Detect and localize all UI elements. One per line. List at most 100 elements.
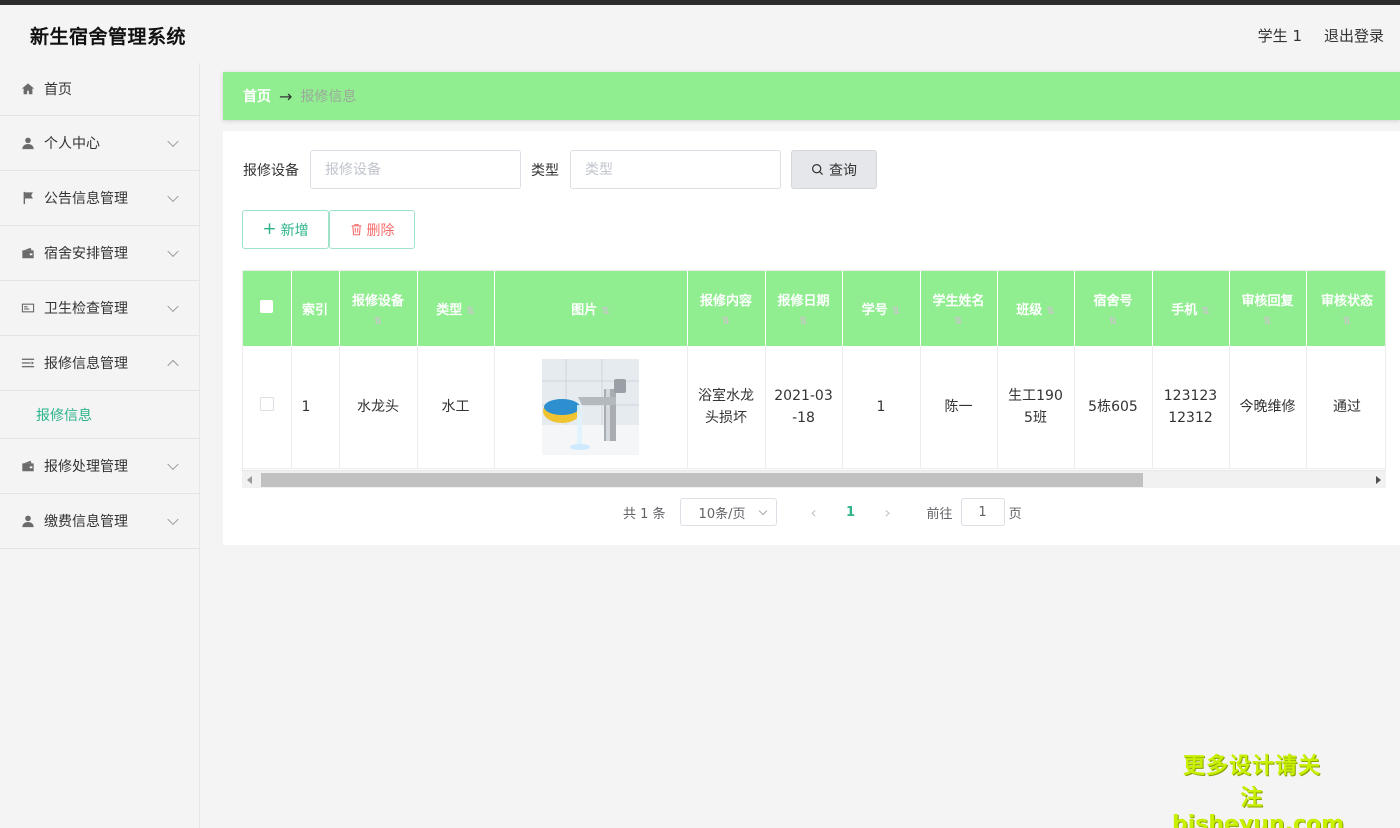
table-header-row: 索引 报修设备 ⇅ 类型 ⇅ 图片 ⇅ 报修内容 ⇅ 报修日期 ⇅ 学号 ⇅ 学生姓名 ⇅ 班… [243, 271, 1385, 346]
scroll-right-arrow-icon[interactable] [1376, 476, 1381, 484]
list-icon [20, 355, 36, 371]
column-header[interactable]: 图片 ⇅ [494, 271, 688, 346]
sidebar-item-label: 个人中心 [44, 136, 100, 152]
wallet-icon [20, 245, 36, 261]
trash-icon [351, 224, 361, 236]
sidebar-item-hygiene[interactable]: 卫生检查管理 [0, 281, 199, 336]
sort-icon: ⇅ [1263, 316, 1272, 327]
page-suffix-label: 页 [1008, 506, 1022, 522]
sidebar-item-repair[interactable]: 报修信息管理 [0, 336, 199, 391]
sidebar-item-label: 宿舍安排管理 [44, 246, 128, 262]
chevron-down-icon [167, 245, 179, 258]
cell-device: 水龙头 [339, 346, 418, 469]
cell-reply: 今晚维修 [1229, 346, 1307, 469]
watermark-line2: bisheyun.com [1172, 812, 1345, 828]
column-header[interactable]: 审核回复 ⇅ [1229, 271, 1307, 346]
device-input[interactable] [310, 150, 521, 189]
sort-icon: ⇅ [601, 306, 610, 317]
chevron-down-icon [167, 190, 179, 203]
select-all-checkbox[interactable] [243, 271, 292, 346]
delete-button[interactable]: 删除 [329, 210, 415, 249]
type-label: 类型 [531, 162, 559, 179]
type-input[interactable] [570, 150, 781, 189]
column-header[interactable]: 班级 ⇅ [997, 271, 1075, 346]
search-icon [812, 164, 824, 176]
faucet-image[interactable] [542, 358, 639, 455]
id-card-icon [20, 300, 36, 316]
breadcrumb-current: 报修信息 [300, 89, 357, 105]
cell-index: 1 [291, 346, 340, 469]
sidebar-item-home[interactable]: 首页 [0, 63, 199, 116]
sidebar-item-dorm[interactable]: 宿舍安排管理 [0, 226, 199, 281]
header-user-area: 学生 1 退出登录 [1258, 25, 1384, 46]
app-title: 新生宿舍管理系统 [30, 26, 187, 48]
sort-icon: ⇅ [1342, 316, 1352, 327]
search-form: 报修设备 类型 查询 [243, 150, 877, 189]
horizontal-scrollbar[interactable] [242, 470, 1386, 488]
next-page-button[interactable]: › [869, 503, 907, 522]
cell-content: 浴室水龙头损坏 [687, 346, 766, 469]
watermark-line1: 更多设计请关注 [1182, 754, 1321, 811]
chevron-down-icon [167, 135, 179, 148]
chevron-down-icon [167, 513, 179, 526]
plus-icon: + [262, 219, 277, 239]
scroll-left-arrow-icon[interactable] [247, 476, 252, 484]
sort-icon: ⇅ [954, 316, 963, 327]
user-icon [20, 135, 36, 151]
sort-icon: ⇅ [1108, 316, 1118, 327]
device-label: 报修设备 [243, 162, 299, 179]
chevron-down-icon [167, 300, 179, 313]
sidebar-item-label: 报修处理管理 [44, 459, 128, 475]
column-header[interactable]: 手机 ⇅ [1152, 271, 1230, 346]
logout-link[interactable]: 退出登录 [1324, 25, 1384, 46]
wallet-icon [20, 458, 36, 474]
page-number-current[interactable]: 1 [833, 505, 869, 520]
column-header: 索引 [291, 271, 340, 346]
current-user[interactable]: 学生 1 [1258, 25, 1302, 46]
page-size-select[interactable]: 10条/页 [679, 498, 777, 526]
pagination: 共 1 条 10条/页 ‹ 1 › 前往 页 [623, 498, 1022, 526]
sidebar-subitem-repair-info[interactable]: 报修信息 [0, 391, 199, 439]
column-header[interactable]: 类型 ⇅ [417, 271, 495, 346]
content-panel: 报修设备 类型 查询 + 新增 删除 [223, 131, 1400, 545]
column-header[interactable]: 学号 ⇅ [842, 271, 921, 346]
sidebar-item-notice[interactable]: 公告信息管理 [0, 171, 199, 226]
cell-name: 陈一 [920, 346, 998, 469]
cell-type: 水工 [417, 346, 495, 469]
cell-room: 5栋605 [1074, 346, 1153, 469]
sidebar-item-profile[interactable]: 个人中心 [0, 116, 199, 171]
sidebar-item-label: 缴费信息管理 [44, 514, 128, 530]
header: 新生宿舍管理系统 学生 1 退出登录 [0, 5, 1400, 63]
sidebar-item-label: 卫生检查管理 [44, 301, 128, 317]
pagination-total: 共 1 条 [623, 506, 666, 522]
scrollbar-thumb[interactable] [261, 473, 1143, 487]
prev-page-button[interactable]: ‹ [795, 503, 833, 522]
column-header[interactable]: 宿舍号 ⇅ [1074, 271, 1153, 346]
search-button[interactable]: 查询 [791, 150, 877, 189]
sidebar: 首页 个人中心 公告信息管理 宿舍安排管理 卫生检查管理 报修信息管理 报修信息… [0, 63, 200, 828]
row-checkbox[interactable] [243, 346, 292, 469]
sidebar-item-repair-handle[interactable]: 报修处理管理 [0, 439, 199, 494]
column-header[interactable]: 报修内容 ⇅ [687, 271, 766, 346]
chevron-down-icon [167, 458, 179, 471]
cell-status: 通过 [1306, 346, 1385, 469]
cell-image [494, 346, 688, 469]
search-button-label: 查询 [829, 162, 857, 179]
column-header[interactable]: 报修日期 ⇅ [765, 271, 843, 346]
arrow-right-icon: → [279, 86, 293, 106]
delete-button-label: 删除 [366, 222, 395, 239]
column-header[interactable]: 审核状态 ⇅ [1306, 271, 1385, 346]
goto-page-input[interactable] [960, 498, 1005, 526]
sidebar-item-label: 公告信息管理 [44, 191, 128, 207]
column-header[interactable]: 学生姓名 ⇅ [920, 271, 998, 346]
sidebar-item-fees[interactable]: 缴费信息管理 [0, 494, 199, 549]
column-header[interactable]: 报修设备 ⇅ [339, 271, 418, 346]
sort-icon: ⇅ [721, 316, 731, 327]
add-button[interactable]: + 新增 [242, 210, 329, 249]
cell-class: 生工1905班 [997, 346, 1075, 469]
cell-student-id: 1 [842, 346, 921, 469]
watermark: 更多设计请关注 bisheyun.com [1172, 748, 1345, 828]
flag-icon [20, 190, 36, 206]
breadcrumb-home[interactable]: 首页 [243, 86, 271, 106]
cell-phone: 12312312312 [1152, 346, 1230, 469]
